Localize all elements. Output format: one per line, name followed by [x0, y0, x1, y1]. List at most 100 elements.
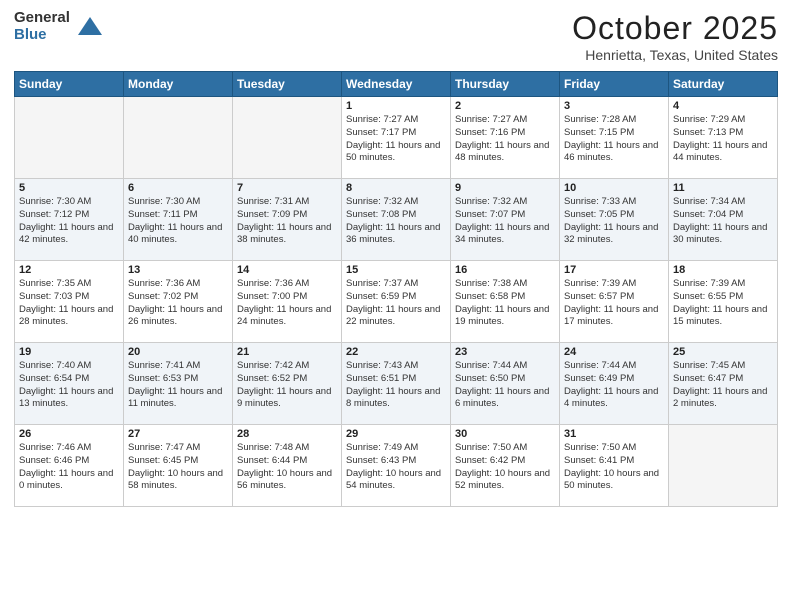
- sunset-label: Sunset: 6:42 PM: [455, 455, 525, 466]
- cell-text: Sunrise: 7:32 AMSunset: 7:07 PMDaylight:…: [455, 196, 555, 247]
- sunset-label: Sunset: 7:07 PM: [455, 209, 525, 220]
- sunrise-label: Sunrise: 7:34 AM: [673, 196, 745, 207]
- day-number: 25: [673, 346, 773, 358]
- day-number: 6: [128, 182, 228, 194]
- logo-text: General Blue: [14, 10, 70, 43]
- table-row: 5Sunrise: 7:30 AMSunset: 7:12 PMDaylight…: [15, 179, 124, 261]
- sunset-label: Sunset: 7:17 PM: [346, 127, 416, 138]
- location: Henrietta, Texas, United States: [572, 47, 778, 63]
- cell-text: Sunrise: 7:40 AMSunset: 6:54 PMDaylight:…: [19, 360, 119, 411]
- sunset-label: Sunset: 6:47 PM: [673, 373, 743, 384]
- cell-text: Sunrise: 7:48 AMSunset: 6:44 PMDaylight:…: [237, 442, 337, 493]
- cell-text: Sunrise: 7:42 AMSunset: 6:52 PMDaylight:…: [237, 360, 337, 411]
- day-number: 4: [673, 100, 773, 112]
- col-sunday: Sunday: [15, 72, 124, 97]
- sunrise-label: Sunrise: 7:39 AM: [564, 278, 636, 289]
- sunrise-label: Sunrise: 7:48 AM: [237, 442, 309, 453]
- table-row: 4 Sunrise: 7:29 AMSunset: 7:13 PMDaylight…: [669, 97, 778, 179]
- cell-text: Sunrise: 7:50 AMSunset: 6:41 PMDaylight:…: [564, 442, 664, 493]
- sunrise-label: Sunrise: 7:33 AM: [564, 196, 636, 207]
- table-row: 20 Sunrise: 7:41 AMSunset: 6:53 PMDayligh…: [124, 343, 233, 425]
- table-row: [669, 425, 778, 507]
- sunrise-label: Sunrise: 7:42 AM: [237, 360, 309, 371]
- sunrise-label: Sunrise: 7:27 AM: [455, 114, 527, 125]
- sunset-label: Sunset: 6:49 PM: [564, 373, 634, 384]
- daylight-label: Daylight: 10 hours and 56 minutes.: [237, 468, 332, 492]
- cell-text: Sunrise: 7:41 AMSunset: 6:53 PMDaylight:…: [128, 360, 228, 411]
- day-number: 3: [564, 100, 664, 112]
- sunset-label: Sunset: 7:04 PM: [673, 209, 743, 220]
- month-title: October 2025: [572, 10, 778, 47]
- day-number: 17: [564, 264, 664, 276]
- day-number: 20: [128, 346, 228, 358]
- day-number: 26: [19, 428, 119, 440]
- sunset-label: Sunset: 6:55 PM: [673, 291, 743, 302]
- daylight-label: Daylight: 11 hours and 2 minutes.: [673, 386, 767, 410]
- daylight-label: Daylight: 11 hours and 15 minutes.: [673, 304, 767, 328]
- daylight-label: Daylight: 10 hours and 54 minutes.: [346, 468, 441, 492]
- calendar-week-1: 5Sunrise: 7:30 AMSunset: 7:12 PMDaylight…: [15, 179, 778, 261]
- cell-text: Sunrise: 7:45 AMSunset: 6:47 PMDaylight:…: [673, 360, 773, 411]
- daylight-label: Daylight: 10 hours and 58 minutes.: [128, 468, 223, 492]
- table-row: 3 Sunrise: 7:28 AMSunset: 7:15 PMDaylight…: [560, 97, 669, 179]
- sunrise-label: Sunrise: 7:44 AM: [564, 360, 636, 371]
- sunrise-label: Sunrise: 7:30 AM: [19, 196, 91, 207]
- cell-text: Sunrise: 7:49 AMSunset: 6:43 PMDaylight:…: [346, 442, 446, 493]
- calendar-week-2: 12Sunrise: 7:35 AMSunset: 7:03 PMDayligh…: [15, 261, 778, 343]
- day-number: 31: [564, 428, 664, 440]
- daylight-label: Daylight: 11 hours and 44 minutes.: [673, 140, 767, 164]
- daylight-label: Daylight: 10 hours and 52 minutes.: [455, 468, 550, 492]
- cell-text: Sunrise: 7:43 AMSunset: 6:51 PMDaylight:…: [346, 360, 446, 411]
- table-row: 15Sunrise: 7:37 AMSunset: 6:59 PMDayligh…: [342, 261, 451, 343]
- day-number: 29: [346, 428, 446, 440]
- cell-text: Sunrise: 7:50 AMSunset: 6:42 PMDaylight:…: [455, 442, 555, 493]
- daylight-label: Daylight: 11 hours and 36 minutes.: [346, 222, 440, 246]
- daylight-label: Daylight: 11 hours and 48 minutes.: [455, 140, 549, 164]
- table-row: 12Sunrise: 7:35 AMSunset: 7:03 PMDayligh…: [15, 261, 124, 343]
- sunrise-label: Sunrise: 7:50 AM: [564, 442, 636, 453]
- sunset-label: Sunset: 6:58 PM: [455, 291, 525, 302]
- sunrise-label: Sunrise: 7:49 AM: [346, 442, 418, 453]
- sunrise-label: Sunrise: 7:37 AM: [346, 278, 418, 289]
- cell-text: Sunrise: 7:31 AMSunset: 7:09 PMDaylight:…: [237, 196, 337, 247]
- day-number: 12: [19, 264, 119, 276]
- sunrise-label: Sunrise: 7:40 AM: [19, 360, 91, 371]
- daylight-label: Daylight: 11 hours and 40 minutes.: [128, 222, 222, 246]
- table-row: 23Sunrise: 7:44 AMSunset: 6:50 PMDayligh…: [451, 343, 560, 425]
- cell-text: Sunrise: 7:34 AMSunset: 7:04 PMDaylight:…: [673, 196, 773, 247]
- sunset-label: Sunset: 7:02 PM: [128, 291, 198, 302]
- sunset-label: Sunset: 7:13 PM: [673, 127, 743, 138]
- cell-text: Sunrise: 7:29 AMSunset: 7:13 PMDaylight:…: [673, 114, 773, 165]
- logo-icon: [76, 13, 104, 41]
- daylight-label: Daylight: 11 hours and 17 minutes.: [564, 304, 658, 328]
- table-row: 1Sunrise: 7:27 AMSunset: 7:17 PMDaylight…: [342, 97, 451, 179]
- sunset-label: Sunset: 6:50 PM: [455, 373, 525, 384]
- sunset-label: Sunset: 7:05 PM: [564, 209, 634, 220]
- table-row: 10Sunrise: 7:33 AMSunset: 7:05 PMDayligh…: [560, 179, 669, 261]
- sunrise-label: Sunrise: 7:43 AM: [346, 360, 418, 371]
- day-number: 19: [19, 346, 119, 358]
- sunset-label: Sunset: 6:41 PM: [564, 455, 634, 466]
- day-number: 5: [19, 182, 119, 194]
- daylight-label: Daylight: 11 hours and 4 minutes.: [564, 386, 658, 410]
- daylight-label: Daylight: 11 hours and 6 minutes.: [455, 386, 549, 410]
- table-row: 6Sunrise: 7:30 AMSunset: 7:11 PMDaylight…: [124, 179, 233, 261]
- cell-text: Sunrise: 7:46 AMSunset: 6:46 PMDaylight:…: [19, 442, 119, 493]
- sunset-label: Sunset: 6:46 PM: [19, 455, 89, 466]
- col-saturday: Saturday: [669, 72, 778, 97]
- daylight-label: Daylight: 11 hours and 38 minutes.: [237, 222, 331, 246]
- cell-text: Sunrise: 7:44 AMSunset: 6:50 PMDaylight:…: [455, 360, 555, 411]
- table-row: [15, 97, 124, 179]
- cell-text: Sunrise: 7:47 AMSunset: 6:45 PMDaylight:…: [128, 442, 228, 493]
- cell-text: Sunrise: 7:28 AMSunset: 7:15 PMDaylight:…: [564, 114, 664, 165]
- table-row: 21Sunrise: 7:42 AMSunset: 6:52 PMDayligh…: [233, 343, 342, 425]
- sunrise-label: Sunrise: 7:32 AM: [346, 196, 418, 207]
- day-number: 30: [455, 428, 555, 440]
- daylight-label: Daylight: 11 hours and 22 minutes.: [346, 304, 440, 328]
- table-row: 25 Sunrise: 7:45 AMSunset: 6:47 PMDayligh…: [669, 343, 778, 425]
- table-row: 9Sunrise: 7:32 AMSunset: 7:07 PMDaylight…: [451, 179, 560, 261]
- table-row: 19 Sunrise: 7:40 AMSunset: 6:54 PMDayligh…: [15, 343, 124, 425]
- table-row: 17Sunrise: 7:39 AMSunset: 6:57 PMDayligh…: [560, 261, 669, 343]
- day-number: 22: [346, 346, 446, 358]
- sunset-label: Sunset: 7:09 PM: [237, 209, 307, 220]
